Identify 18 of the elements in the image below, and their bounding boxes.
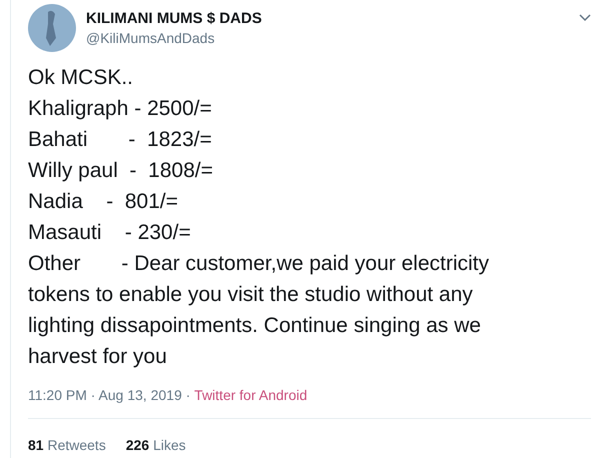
tweet-timestamp: 11:20 PM · Aug 13, 2019 · [28, 386, 192, 404]
engagement-count[interactable]: 81 Retweets [28, 435, 106, 456]
author-handle[interactable]: @KiliMumsAndDads [86, 29, 262, 47]
tweet-text-line: Masauti - 230/= [28, 220, 192, 246]
avatar-drawing[interactable] [28, 4, 76, 52]
tweet-text-line: tokens to enable you visit the studio without any [28, 282, 474, 308]
source-link[interactable]: Twitter for Android [194, 386, 308, 404]
chevron-down-icon[interactable] [579, 14, 591, 22]
tweet-text-line: Other - Dear customer,we paid your electricity [28, 251, 490, 277]
tweet-text-line: Nadia - 801/= [28, 189, 180, 215]
tweet-text-line: Khaligraph - 2500/= [28, 96, 213, 122]
tweet-text-line: Ok MCSK.. [28, 65, 134, 91]
tweet-text-line: lighting dissapointments. Continue singing as we [28, 313, 482, 339]
engagement-count[interactable]: 226 Likes [126, 435, 186, 456]
tweet-text-line: Willy paul - 1808/= [28, 158, 214, 184]
tweet-text-line: harvest for you [28, 344, 168, 370]
author-name[interactable]: KILIMANI MUMS $ DADS [86, 9, 262, 29]
tweet-text-line: Bahati - 1823/= [28, 127, 213, 153]
